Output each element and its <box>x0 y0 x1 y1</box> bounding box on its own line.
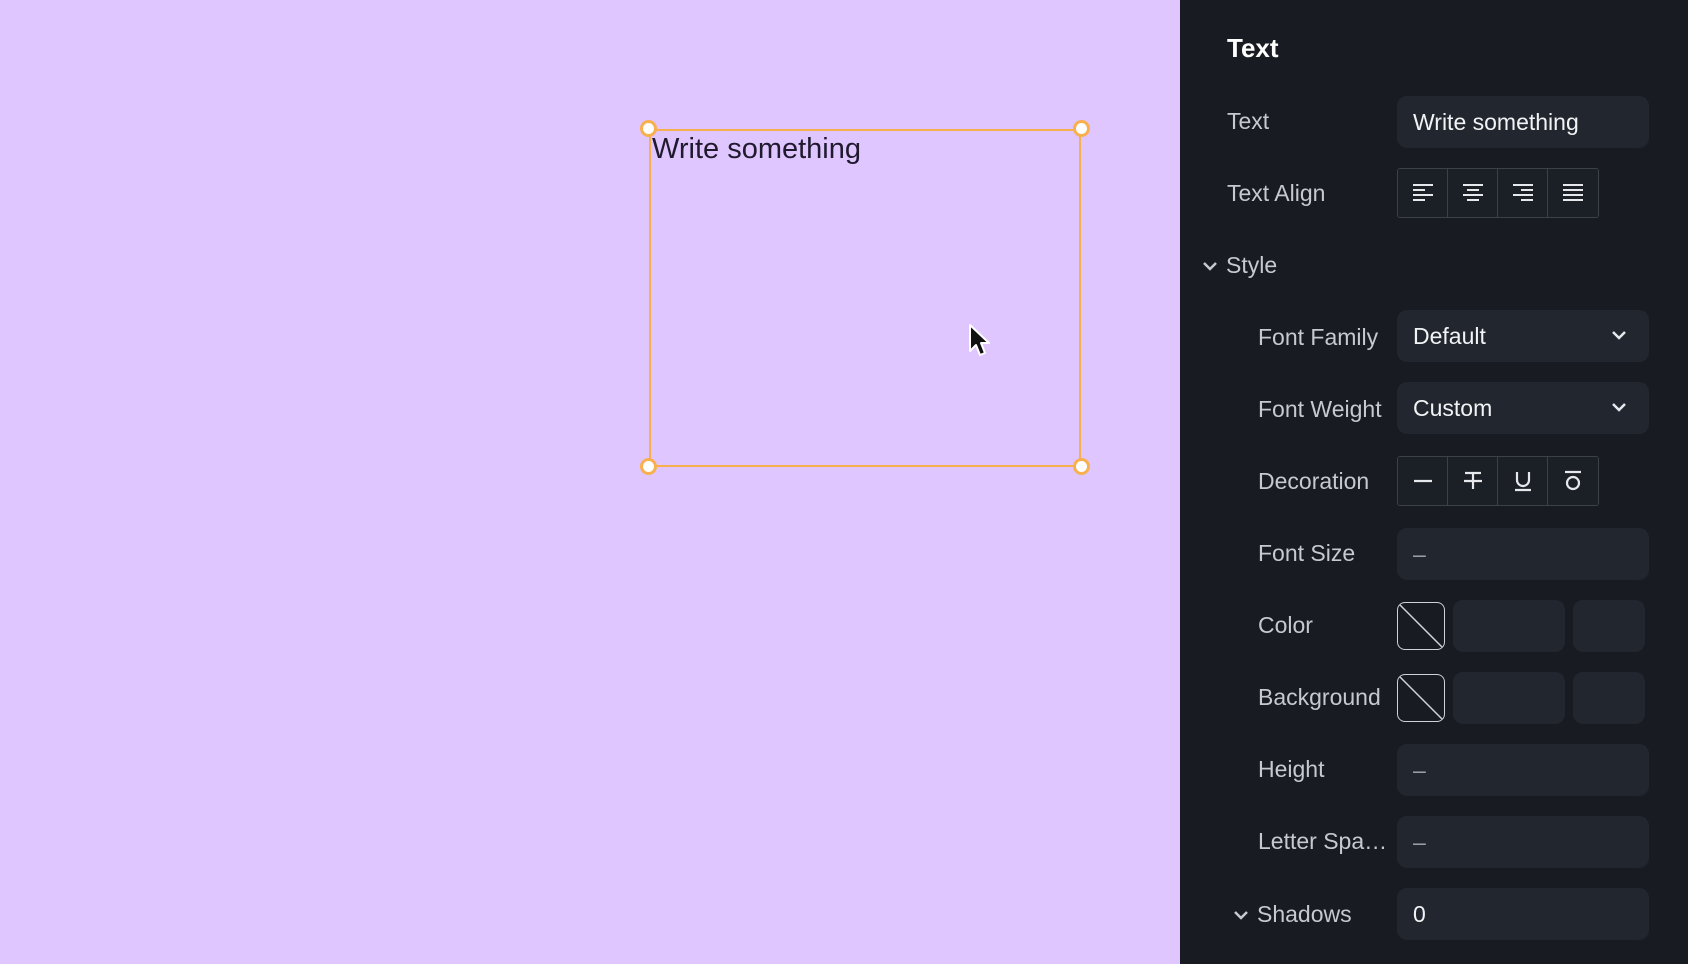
color-alpha-input[interactable] <box>1573 600 1645 652</box>
letter-spacing-label: Letter Spa… <box>1258 828 1388 854</box>
color-label: Color <box>1258 612 1313 638</box>
style-section-label: Style <box>1226 252 1278 278</box>
align-justify-button[interactable] <box>1548 169 1598 217</box>
decoration-label: Decoration <box>1258 468 1370 494</box>
font-size-label: Font Size <box>1258 540 1356 566</box>
font-weight-value: Custom <box>1413 395 1493 421</box>
panel-title: Text <box>1227 33 1279 63</box>
strikethrough-button[interactable] <box>1448 457 1498 505</box>
letter-spacing-input[interactable]: – <box>1397 816 1649 868</box>
background-alpha-input[interactable] <box>1573 672 1645 724</box>
background-hex-input[interactable] <box>1453 672 1565 724</box>
align-left-icon <box>1412 184 1433 201</box>
font-family-select[interactable]: Default <box>1397 310 1649 362</box>
align-right-button[interactable] <box>1498 169 1548 217</box>
shadows-section-toggle[interactable]: Shadows <box>1233 901 1352 928</box>
height-label: Height <box>1258 756 1325 782</box>
color-hex-input[interactable] <box>1453 600 1565 652</box>
font-size-input[interactable]: – <box>1397 528 1649 580</box>
mouse-cursor-icon <box>969 324 990 356</box>
align-center-button[interactable] <box>1448 169 1498 217</box>
chevron-down-icon <box>1612 403 1626 412</box>
chevron-down-icon <box>1234 910 1248 920</box>
canvas[interactable]: Write something <box>0 0 1180 964</box>
shadows-section-label: Shadows <box>1257 901 1352 927</box>
text-align-label: Text Align <box>1227 180 1326 206</box>
overline-icon <box>1565 470 1581 491</box>
background-label: Background <box>1258 684 1381 710</box>
align-center-icon <box>1462 184 1483 201</box>
resize-handle-bottom-right[interactable] <box>1073 458 1090 475</box>
text-align-group <box>1397 168 1599 218</box>
text-element-content[interactable]: Write something <box>652 133 861 166</box>
font-weight-label: Font Weight <box>1258 396 1382 422</box>
no-color-icon <box>1399 676 1443 720</box>
overline-button[interactable] <box>1548 457 1598 505</box>
font-weight-select[interactable]: Custom <box>1397 382 1649 434</box>
align-right-icon <box>1512 184 1533 201</box>
align-left-button[interactable] <box>1398 169 1448 217</box>
resize-handle-top-left[interactable] <box>640 120 657 137</box>
strikethrough-icon <box>1463 471 1482 489</box>
font-family-label: Font Family <box>1258 324 1379 350</box>
chevron-down-icon <box>1203 261 1217 271</box>
height-input[interactable]: – <box>1397 744 1649 796</box>
background-swatch[interactable] <box>1397 674 1445 722</box>
underline-button[interactable] <box>1498 457 1548 505</box>
text-label: Text <box>1227 108 1270 134</box>
decoration-group <box>1397 456 1599 506</box>
style-section-toggle[interactable]: Style <box>1202 252 1277 279</box>
decoration-none-icon <box>1413 479 1432 483</box>
properties-panel: Text Text Write something Text Align Sty… <box>1180 0 1688 964</box>
text-input[interactable]: Write something <box>1397 96 1649 148</box>
font-family-value: Default <box>1413 323 1486 349</box>
resize-handle-bottom-left[interactable] <box>640 458 657 475</box>
chevron-down-icon <box>1612 331 1626 340</box>
decoration-none-button[interactable] <box>1398 457 1448 505</box>
underline-icon <box>1514 472 1531 492</box>
color-swatch[interactable] <box>1397 602 1445 650</box>
align-justify-icon <box>1563 184 1583 201</box>
no-color-icon <box>1399 604 1443 648</box>
shadows-count-input[interactable]: 0 <box>1397 888 1649 940</box>
text-element[interactable]: Write something <box>649 129 1081 467</box>
resize-handle-top-right[interactable] <box>1073 120 1090 137</box>
